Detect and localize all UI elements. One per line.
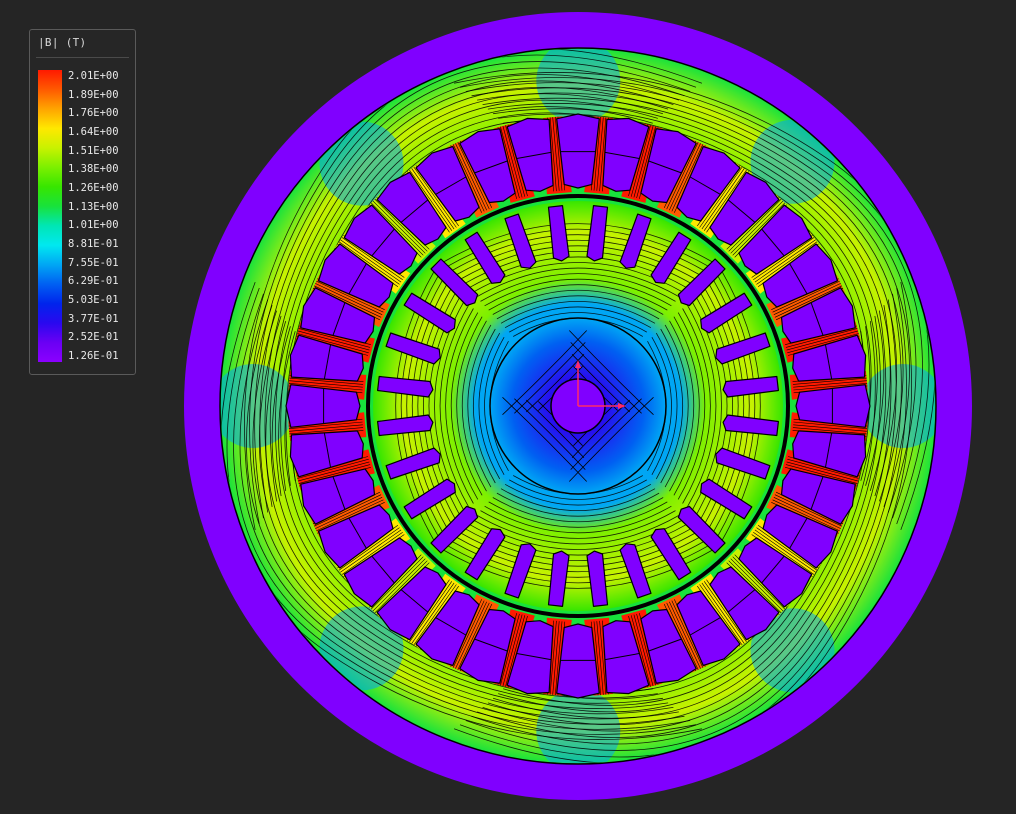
stator-slot bbox=[556, 623, 600, 699]
stator-slot bbox=[285, 384, 361, 428]
stator-slot bbox=[556, 113, 600, 189]
flux-density-plot bbox=[184, 12, 972, 800]
stator-slot bbox=[795, 384, 871, 428]
